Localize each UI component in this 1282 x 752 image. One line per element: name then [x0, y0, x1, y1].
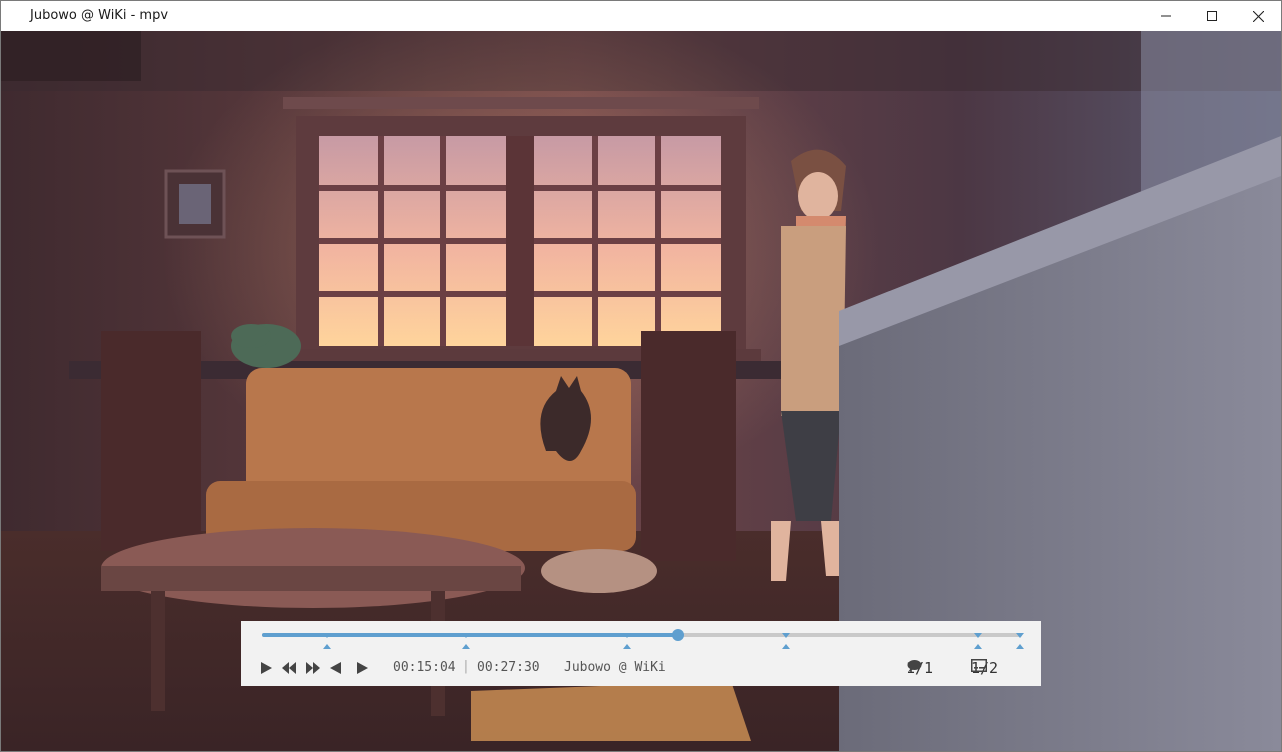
subtitles-icon — [971, 659, 987, 672]
subtitle-track-button[interactable]: 1/2 — [971, 659, 998, 677]
control-row: 00:15:04 | 00:27:30 Jubowo @ WiKi 1/1 1/… — [241, 659, 1041, 679]
fast-forward-icon — [306, 662, 320, 674]
media-title: Jubowo @ WiKi — [564, 660, 666, 675]
current-time[interactable]: 00:15:04 — [393, 660, 456, 675]
next-button[interactable] — [355, 661, 371, 677]
maximize-icon — [1207, 11, 1217, 21]
chapter-marker[interactable] — [781, 633, 791, 649]
mpv-window: Jubowo @ WiKi - mpv 00:15:04 | 00:27:30 … — [0, 0, 1282, 752]
close-icon — [1252, 10, 1264, 22]
previous-icon — [330, 662, 341, 674]
maximize-button[interactable] — [1189, 1, 1235, 31]
window-title: Jubowo @ WiKi - mpv — [30, 8, 169, 23]
rewind-icon — [282, 662, 296, 674]
minimize-button[interactable] — [1143, 1, 1189, 31]
title-bar[interactable]: Jubowo @ WiKi - mpv — [1, 1, 1281, 31]
chapter-marker[interactable] — [973, 633, 983, 649]
chapter-marker[interactable] — [1015, 633, 1025, 649]
chapter-marker[interactable] — [622, 633, 632, 649]
time-separator: | — [462, 659, 470, 674]
play-icon — [261, 662, 272, 674]
seekbar-handle[interactable] — [672, 629, 685, 641]
chapter-marker[interactable] — [322, 633, 332, 649]
audio-track-button[interactable]: 1/1 — [906, 659, 933, 677]
previous-button[interactable] — [329, 661, 345, 677]
close-button[interactable] — [1235, 1, 1281, 31]
on-screen-controller: 00:15:04 | 00:27:30 Jubowo @ WiKi 1/1 1/… — [241, 621, 1041, 686]
fast-forward-button[interactable] — [305, 661, 321, 677]
video-frame[interactable]: 00:15:04 | 00:27:30 Jubowo @ WiKi 1/1 1/… — [1, 31, 1281, 751]
seekbar[interactable] — [262, 629, 1024, 649]
minimize-icon — [1161, 15, 1171, 17]
total-time[interactable]: 00:27:30 — [477, 660, 540, 675]
next-icon — [357, 662, 368, 674]
play-button[interactable] — [259, 661, 275, 677]
chapter-marker[interactable] — [461, 633, 471, 649]
rewind-button[interactable] — [281, 661, 297, 677]
speech-bubble-icon — [907, 660, 922, 672]
